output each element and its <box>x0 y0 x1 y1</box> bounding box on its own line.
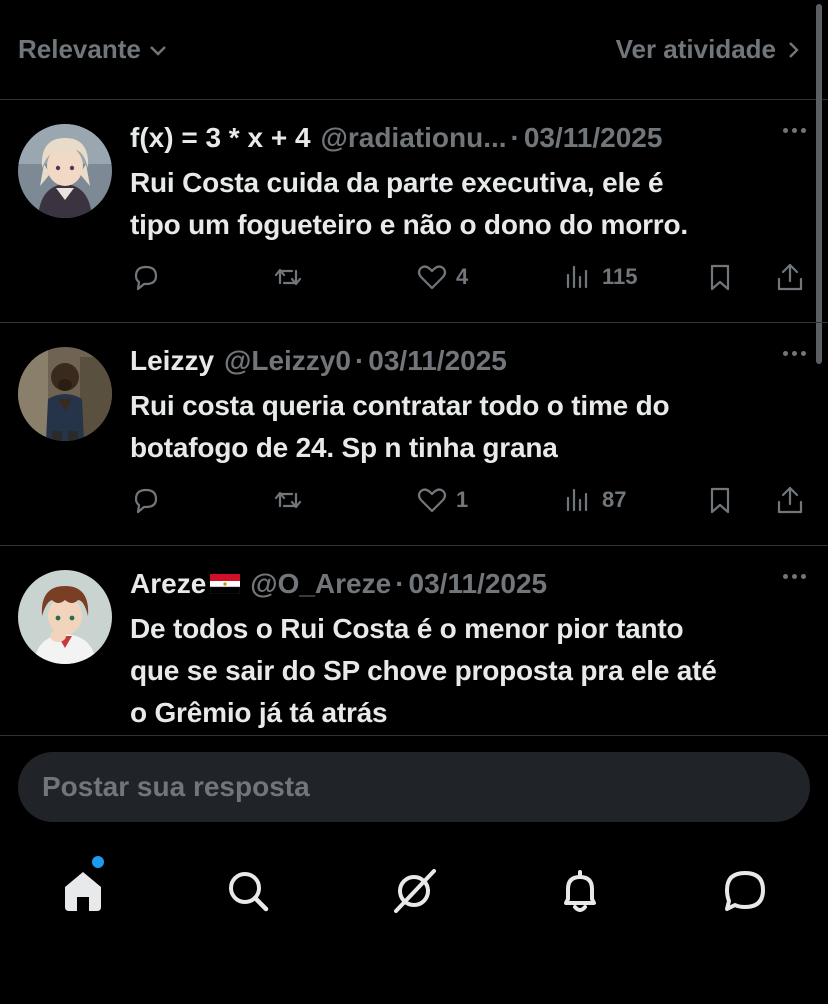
reply-header: f(x) = 3 * x + 4 @radiationu... · 03/11/… <box>130 118 810 158</box>
reply-body: Areze @O_Areze · 03/11/2025 De todos o R… <box>130 564 810 734</box>
home-notification-dot <box>92 856 104 868</box>
avatar[interactable] <box>18 124 112 218</box>
action-bar: 1 87 <box>130 480 808 520</box>
views-button[interactable]: 87 <box>562 484 626 516</box>
bookmark-icon <box>710 487 730 514</box>
username[interactable]: @radiationu... <box>321 118 507 158</box>
view-activity-link[interactable]: Ver atividade <box>616 34 804 65</box>
comment-icon <box>134 488 158 514</box>
messages-icon <box>725 871 765 911</box>
username[interactable]: @O_Areze <box>250 564 391 604</box>
username[interactable]: @Leizzy0 <box>224 341 351 381</box>
reply-compose-input[interactable]: Postar sua resposta <box>18 752 810 822</box>
views-icon <box>566 265 588 289</box>
reply-button[interactable] <box>130 484 162 516</box>
post-date[interactable]: 03/11/2025 <box>409 564 548 604</box>
reply-item[interactable]: f(x) = 3 * x + 4 @radiationu... · 03/11/… <box>0 100 828 323</box>
reply-text-line: botafogo de 24. Sp n tinha grana <box>130 432 558 463</box>
post-date[interactable]: 03/11/2025 <box>368 341 507 381</box>
avatar[interactable] <box>18 570 112 664</box>
display-name[interactable]: f(x) = 3 * x + 4 <box>130 118 311 158</box>
views-icon <box>566 488 588 512</box>
reply-text-line: que se sair do SP chove proposta pra ele… <box>130 655 717 686</box>
display-name[interactable]: Leizzy <box>130 341 214 381</box>
view-count: 115 <box>602 264 638 289</box>
more-options-icon[interactable] <box>783 351 806 356</box>
bookmark-icon <box>710 264 730 291</box>
action-bar: 4 115 <box>130 257 808 297</box>
heart-icon <box>417 488 447 513</box>
reply-text: Rui costa queria contratar todo o time d… <box>130 385 810 469</box>
reply-text-line: De todos o Rui Costa é o menor pior tant… <box>130 613 684 644</box>
nav-notifications[interactable] <box>554 865 606 917</box>
view-activity-label: Ver atividade <box>615 34 776 64</box>
nav-search[interactable] <box>222 865 274 917</box>
reply-text-line: o Grêmio já tá atrás <box>130 697 388 728</box>
views-button[interactable]: 115 <box>562 261 638 293</box>
nav-grok[interactable] <box>388 865 440 917</box>
separator-dot: · <box>354 345 365 376</box>
reply-item[interactable]: Areze @O_Areze · 03/11/2025 De todos o R… <box>0 546 828 736</box>
egypt-flag-icon <box>210 574 241 594</box>
like-button[interactable]: 1 <box>416 484 468 516</box>
repost-button[interactable] <box>272 261 304 293</box>
view-count: 87 <box>602 487 627 512</box>
share-button[interactable] <box>774 484 806 516</box>
app-root: Relevante Ver atividade f(x) = 3 * x + 4… <box>0 0 828 1004</box>
repost-icon <box>274 268 302 286</box>
avatar[interactable] <box>18 347 112 441</box>
more-options-icon[interactable] <box>783 128 806 133</box>
like-count: 4 <box>456 264 469 289</box>
bell-icon <box>564 870 596 912</box>
search-icon <box>229 872 269 912</box>
repost-icon <box>274 491 302 509</box>
like-count: 1 <box>456 487 469 512</box>
nav-messages[interactable] <box>719 865 771 917</box>
bottom-nav <box>0 835 828 1004</box>
reply-text: De todos o Rui Costa é o menor pior tant… <box>130 608 810 734</box>
reply-filter-bar: Relevante Ver atividade <box>0 0 828 100</box>
share-button[interactable] <box>774 261 806 293</box>
home-icon <box>65 872 101 911</box>
reply-header: Leizzy @Leizzy0 · 03/11/2025 <box>130 341 810 381</box>
heart-icon <box>417 265 447 290</box>
sort-dropdown[interactable]: Relevante <box>18 34 169 65</box>
share-icon <box>777 486 803 514</box>
separator-dot: · <box>395 568 405 599</box>
reply-item[interactable]: Leizzy @Leizzy0 · 03/11/2025 Rui costa q… <box>0 323 828 546</box>
comment-icon <box>134 265 158 291</box>
post-date[interactable]: 03/11/2025 <box>524 118 663 158</box>
chevron-right-icon <box>789 41 799 58</box>
reply-header: Areze @O_Areze · 03/11/2025 <box>130 564 810 604</box>
reply-text-line: tipo um fogueteiro e não o dono do morro… <box>130 209 688 240</box>
reply-text: Rui Costa cuida da parte executiva, ele … <box>130 162 810 246</box>
compose-placeholder: Postar sua resposta <box>42 771 310 802</box>
reply-body: f(x) = 3 * x + 4 @radiationu... · 03/11/… <box>130 118 810 246</box>
reply-text-line: Rui Costa cuida da parte executiva, ele … <box>130 167 664 198</box>
chevron-down-icon <box>149 45 166 56</box>
bookmark-button[interactable] <box>704 484 736 516</box>
bookmark-button[interactable] <box>704 261 736 293</box>
display-name[interactable]: Areze <box>130 564 206 604</box>
reply-body: Leizzy @Leizzy0 · 03/11/2025 Rui costa q… <box>130 341 810 469</box>
reply-button[interactable] <box>130 261 162 293</box>
share-icon <box>777 263 803 291</box>
nav-home[interactable] <box>57 865 109 917</box>
reply-text-line: Rui costa queria contratar todo o time d… <box>130 390 670 421</box>
more-options-icon[interactable] <box>783 574 806 579</box>
sort-label: Relevante <box>18 34 141 64</box>
separator-dot: · <box>510 122 520 153</box>
repost-button[interactable] <box>272 484 304 516</box>
like-button[interactable]: 4 <box>416 261 468 293</box>
grok-icon <box>394 869 436 913</box>
